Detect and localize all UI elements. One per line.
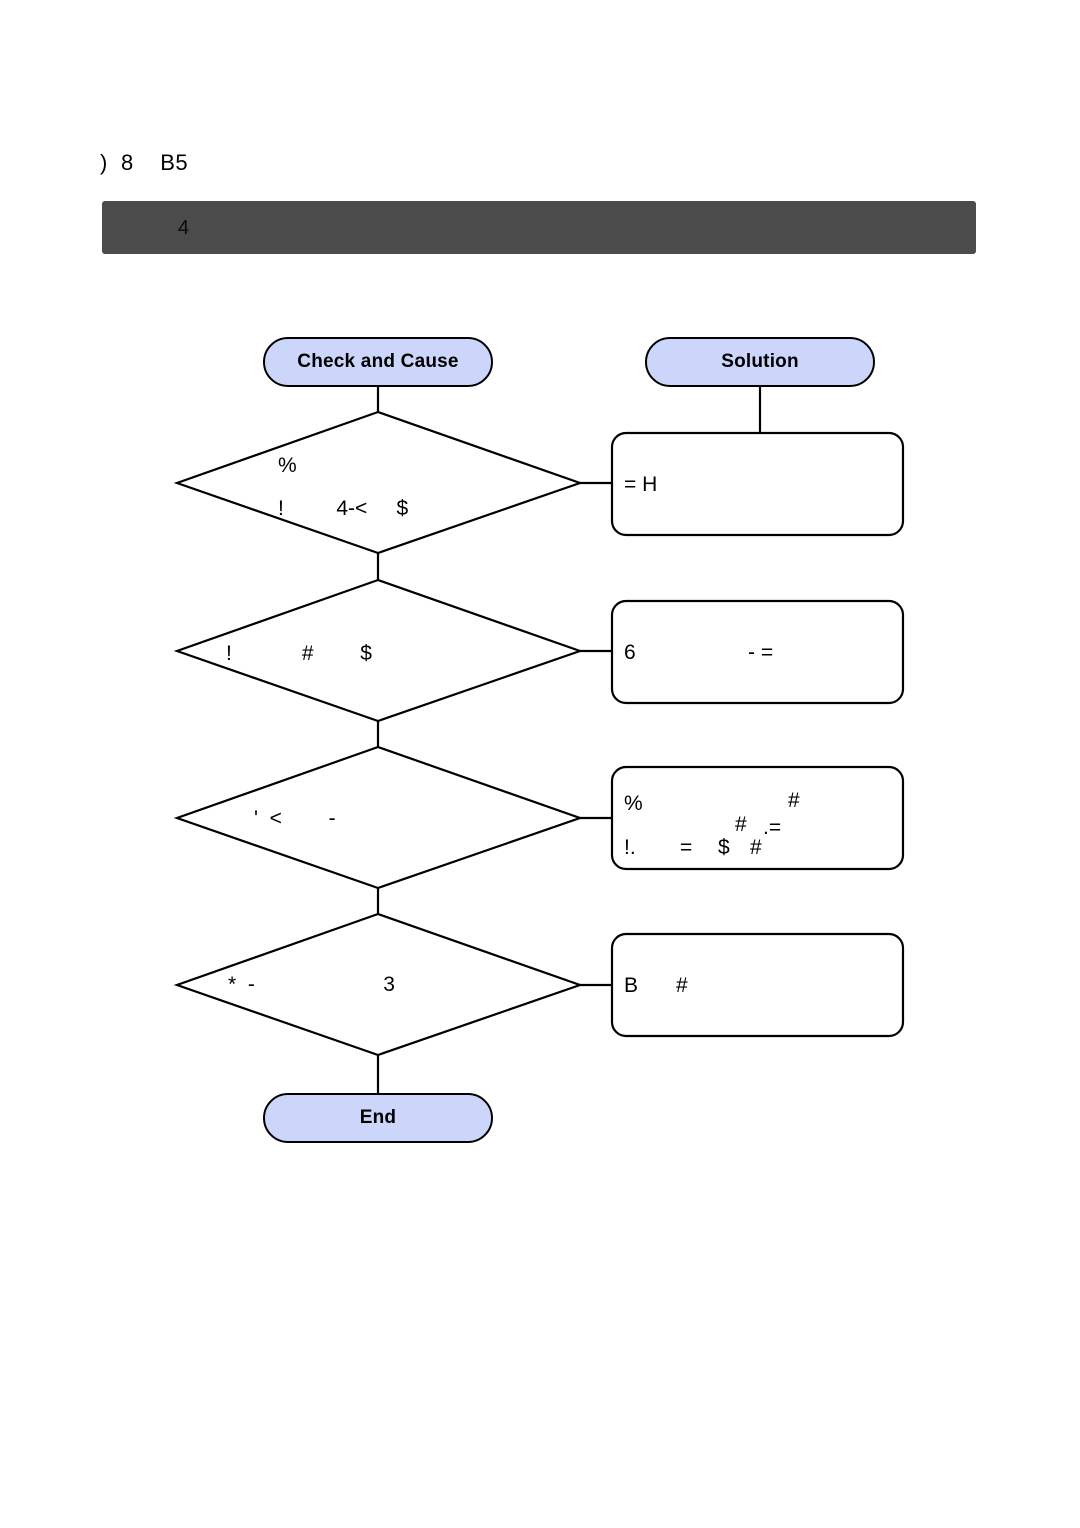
solution-2-glyph-1: 6	[624, 641, 636, 664]
decision-2-text-line-1: ! # $	[226, 642, 372, 665]
solution-3-glyph-4: .=	[763, 816, 782, 839]
decision-1-text-line-2: ! 4-< $	[278, 497, 409, 520]
solution-4-glyph-1: B	[624, 974, 639, 997]
column-header-solution-label: Solution	[721, 351, 799, 372]
decision-diamond-3	[173, 745, 584, 890]
solution-box-4	[610, 932, 905, 1038]
decision-3-text-line-1: ' < -	[254, 807, 336, 830]
solution-3-glyph-2: #	[788, 789, 800, 812]
solution-4-glyph-2: #	[676, 974, 688, 997]
decision-4-text-line-1: * - 3	[228, 973, 395, 996]
column-header-check-and-cause-label: Check and Cause	[297, 351, 459, 372]
terminator-end[interactable]: End	[263, 1093, 493, 1143]
decision-1-text-line-1: %	[278, 454, 297, 477]
solution-3-glyph-5: !.	[624, 836, 636, 859]
solution-3-glyph-3: #	[735, 813, 747, 836]
solution-3-glyph-8: #	[750, 836, 762, 859]
column-header-solution[interactable]: Solution	[645, 337, 875, 387]
solution-1-glyph-1: = H	[624, 473, 658, 496]
solution-3-glyph-1: %	[624, 792, 643, 815]
solution-3-glyph-7: $	[718, 836, 730, 859]
column-header-check-and-cause[interactable]: Check and Cause	[263, 337, 493, 387]
flowchart-canvas	[173, 387, 905, 1093]
flowchart: Check and Cause Solution End % ! 4-< $ !…	[0, 0, 1080, 1528]
solution-2-glyph-2: - =	[748, 641, 774, 664]
solution-3-glyph-6: =	[680, 836, 693, 859]
terminator-end-label: End	[359, 1107, 397, 1128]
decision-diamond-1	[173, 410, 584, 555]
